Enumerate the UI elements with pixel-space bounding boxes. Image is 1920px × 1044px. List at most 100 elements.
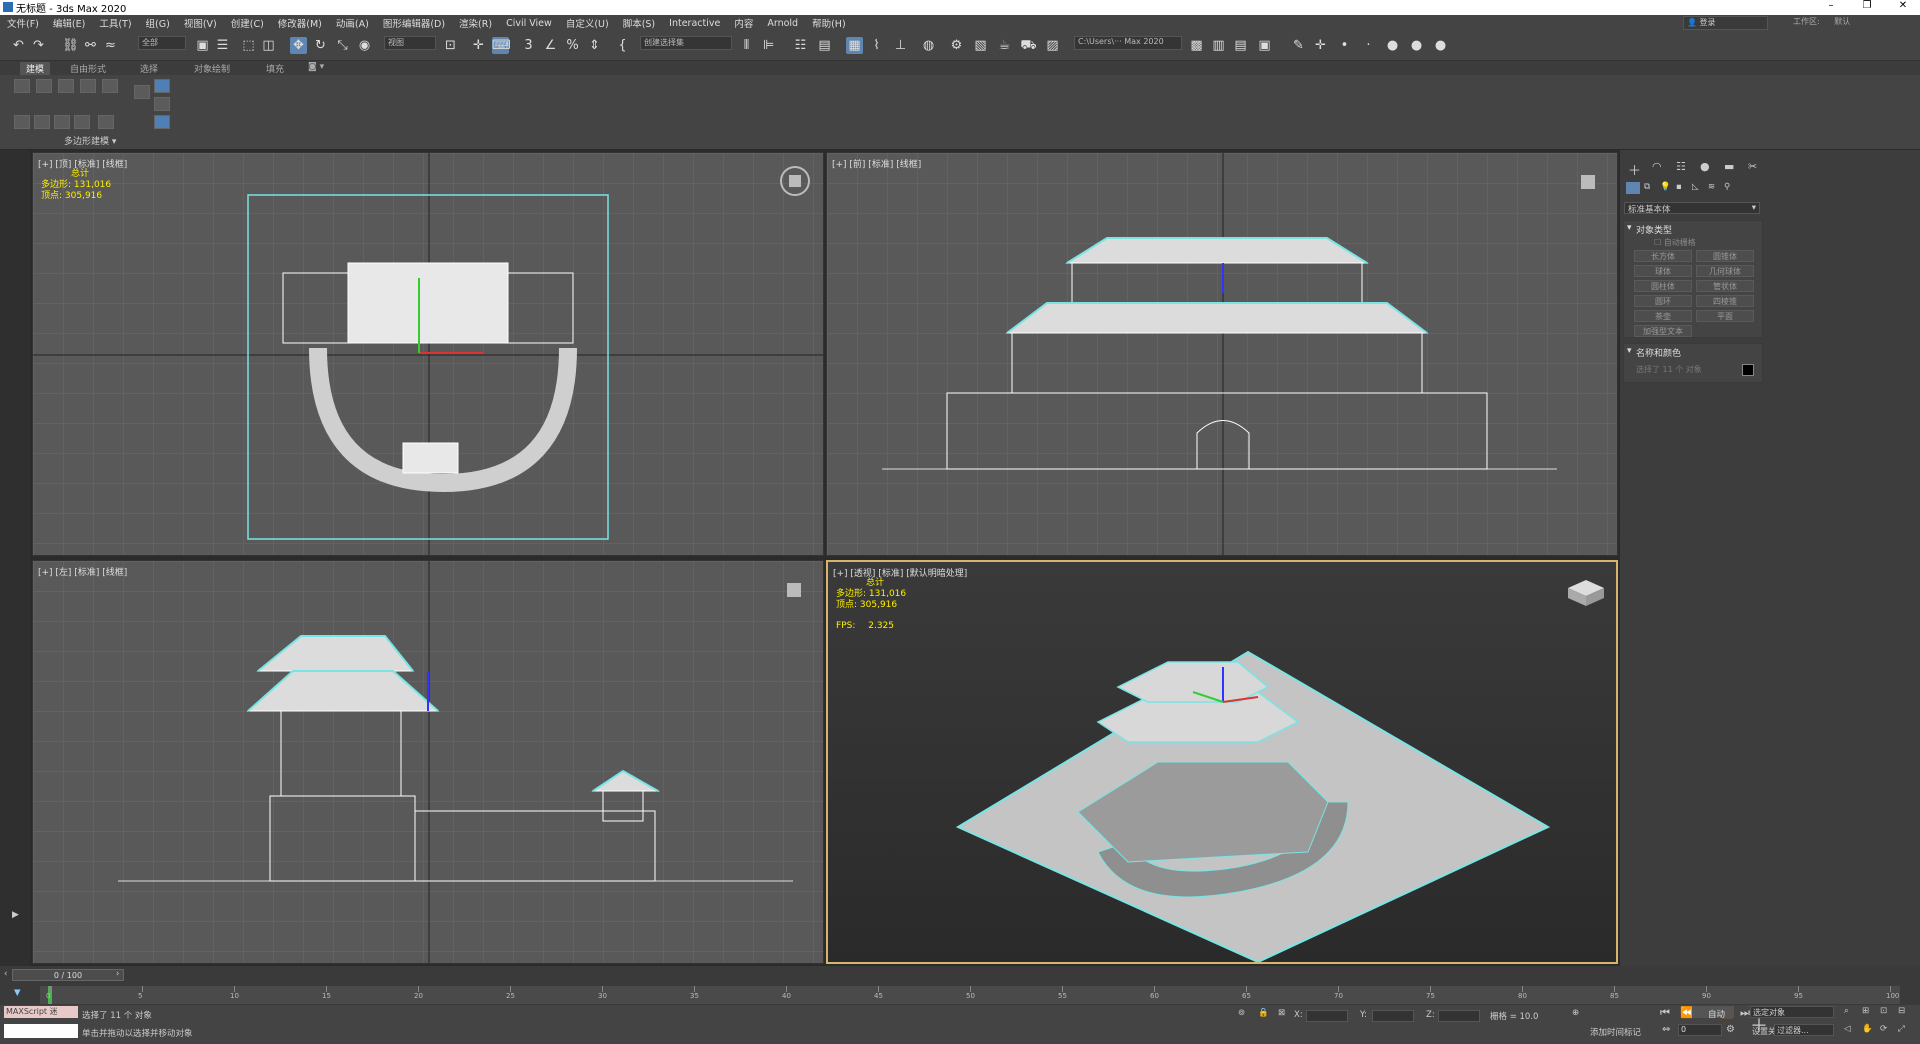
ribbon-btn-14[interactable] (154, 115, 170, 129)
ribbon-btn-10[interactable] (34, 115, 50, 129)
edit-named-selection-icon[interactable]: { (614, 37, 631, 54)
sphere-button[interactable]: 球体 (1634, 265, 1692, 277)
menu-rendering[interactable]: 渲染(R) (452, 16, 499, 30)
filter-icon[interactable]: ▼ (14, 988, 21, 998)
ribbon-btn-4[interactable] (80, 79, 96, 93)
tab-populate[interactable]: 填充 (260, 62, 290, 75)
object-name-field[interactable]: 选择了 11 个 对象 (1636, 364, 1736, 375)
shapes-icon[interactable]: ⧉ (1644, 182, 1650, 192)
menu-arnold[interactable]: Arnold (760, 18, 805, 29)
time-slider[interactable]: 0 / 100 (12, 969, 124, 981)
add-time-tag[interactable]: 添加时间标记 (1590, 1026, 1641, 1038)
menu-content[interactable]: 内容 (727, 16, 760, 30)
open-explorer-icon[interactable]: ▩ (1188, 37, 1205, 54)
select-rotate-icon[interactable]: ↻ (312, 37, 329, 54)
viewport-front[interactable]: [+] [前] [标准] [线框] (826, 152, 1618, 556)
manipulate-icon[interactable]: ✛ (470, 37, 487, 54)
sphere-icon-1[interactable]: ● (1384, 37, 1401, 54)
spinner-snap-icon[interactable]: ⇕ (586, 37, 603, 54)
undo-icon[interactable]: ↶ (10, 37, 27, 54)
cylinder-button[interactable]: 圆柱体 (1634, 280, 1692, 292)
tab-freeform[interactable]: 自由形式 (64, 62, 112, 75)
render-online-icon[interactable]: ▨ (1044, 37, 1061, 54)
maxscript-mini-input[interactable] (4, 1024, 78, 1038)
absolute-mode-icon[interactable]: ⊠ (1278, 1008, 1285, 1018)
z-coordinate-field[interactable] (1438, 1010, 1480, 1022)
pyramid-button[interactable]: 四棱锥 (1696, 295, 1754, 307)
create-tab-icon[interactable]: ＋ (1628, 160, 1641, 179)
unlink-icon[interactable]: ⚯ (82, 37, 99, 54)
x-coordinate-field[interactable] (1306, 1010, 1348, 1022)
menu-edit[interactable]: 编辑(E) (46, 16, 92, 30)
select-object-icon[interactable]: ▣ (194, 37, 211, 54)
dot-icon[interactable]: • (1336, 37, 1353, 54)
slider-left-icon[interactable]: ‹ (4, 969, 7, 979)
teapot-button[interactable]: 茶壶 (1634, 310, 1692, 322)
object-type-title[interactable]: ▾ 对象类型 (1624, 221, 1762, 238)
zoom-extents-all-icon[interactable]: ⊟ (1898, 1006, 1905, 1016)
y-coordinate-field[interactable] (1372, 1010, 1414, 1022)
menu-animation[interactable]: 动画(A) (329, 16, 376, 30)
tab-object-paint[interactable]: 对象绘制 (188, 62, 236, 75)
systems-icon[interactable]: ⚲ (1724, 182, 1730, 192)
viewport-front-label[interactable]: [+] [前] [标准] [线框] (832, 157, 921, 170)
add-time-tag-icon[interactable]: ⊕ (1572, 1008, 1579, 1018)
project-icon[interactable]: ▣ (1256, 37, 1273, 54)
link-icon[interactable]: ⛓ (62, 37, 79, 54)
pivot-center-icon[interactable]: ⊡ (442, 37, 459, 54)
tab-selection[interactable]: 选择 (134, 62, 164, 75)
key-mode-icon[interactable]: ⇔ (1662, 1024, 1670, 1035)
login-dropdown[interactable]: 👤 登录 (1683, 16, 1768, 30)
cameras-icon[interactable]: ▪ (1676, 182, 1682, 192)
key-filters-button[interactable]: 过滤器... (1774, 1024, 1834, 1036)
display-tab-icon[interactable]: ▬ (1724, 160, 1734, 173)
box-button[interactable]: 长方体 (1634, 250, 1692, 262)
brush-icon[interactable]: ✎ (1290, 37, 1307, 54)
mirror-icon[interactable]: ⫴ (738, 37, 755, 54)
angle-snap-icon[interactable]: ∠ (542, 37, 559, 54)
reference-coord-dropdown[interactable]: 视图 (384, 36, 436, 50)
menu-customize[interactable]: 自定义(U) (559, 16, 616, 30)
ribbon-btn-2[interactable] (36, 79, 52, 93)
isolate-icon[interactable]: ⊚ (1238, 1008, 1245, 1018)
menu-file[interactable]: 文件(F) (0, 16, 46, 30)
spacewarps-icon[interactable]: ≋ (1708, 182, 1715, 192)
menu-civil-view[interactable]: Civil View (499, 18, 559, 29)
cone-button[interactable]: 圆锥体 (1696, 250, 1754, 262)
select-move-icon[interactable]: ✥ (290, 37, 307, 54)
zoom-all-icon[interactable]: ⊞ (1862, 1006, 1869, 1016)
render-production-icon[interactable]: ☕ (996, 37, 1013, 54)
ribbon-btn-5[interactable] (102, 79, 118, 93)
goto-end-icon[interactable]: ⏭ (1740, 1006, 1750, 1020)
lock-icon[interactable]: 🔒 (1258, 1008, 1269, 1018)
menu-help[interactable]: 帮助(H) (805, 16, 853, 30)
time-config-icon[interactable]: ⚙ (1726, 1024, 1735, 1035)
scene-explorer-icon[interactable]: ☷ (792, 37, 809, 54)
viewport-left-label[interactable]: [+] [左] [标准] [线框] (38, 565, 127, 578)
ribbon-btn-6[interactable] (134, 85, 150, 99)
object-color-swatch[interactable] (1742, 364, 1754, 376)
workspace-selector[interactable]: 工作区: 默认 (1793, 16, 1913, 30)
window-crossing-icon[interactable]: ◫ (260, 37, 277, 54)
align-icon[interactable]: ⊫ (760, 37, 777, 54)
bind-spacewarp-icon[interactable]: ≈ (102, 37, 119, 54)
ribbon-btn-11[interactable] (54, 115, 70, 129)
viewport-left[interactable]: [+] [左] [标准] [线框] (32, 560, 824, 964)
lights-icon[interactable]: 💡 (1660, 182, 1671, 192)
named-selection-dropdown[interactable]: 创建选择集 (640, 36, 732, 50)
ribbon-btn-8[interactable] (154, 97, 170, 111)
percent-snap-icon[interactable]: % (564, 37, 581, 54)
select-by-name-icon[interactable]: ☰ (214, 37, 231, 54)
minimize-icon[interactable]: – (1816, 0, 1846, 11)
menu-interactive[interactable]: Interactive (662, 18, 727, 29)
geosphere-button[interactable]: 几何球体 (1696, 265, 1754, 277)
curve-editor-icon[interactable]: ⌇ (868, 37, 885, 54)
rendered-frame-icon[interactable]: ▧ (972, 37, 989, 54)
menu-group[interactable]: 组(G) (139, 16, 177, 30)
ribbon-btn-9[interactable] (14, 115, 30, 129)
sphere-icon-2[interactable]: ● (1408, 37, 1425, 54)
torus-button[interactable]: 圆环 (1634, 295, 1692, 307)
tube-button[interactable]: 管状体 (1696, 280, 1754, 292)
menu-scripting[interactable]: 脚本(S) (616, 16, 662, 30)
place-icon[interactable]: ◉ (356, 37, 373, 54)
